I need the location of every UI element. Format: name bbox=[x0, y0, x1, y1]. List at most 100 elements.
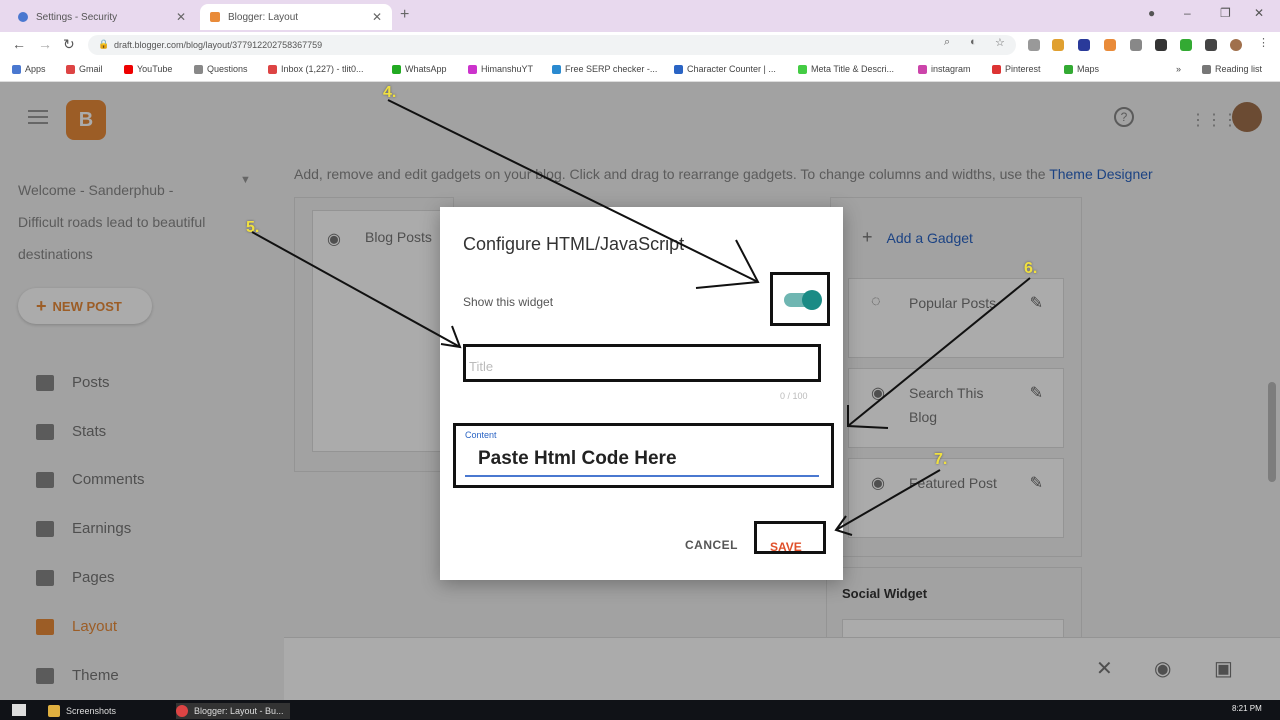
title-placeholder: Title bbox=[469, 359, 494, 374]
bookmark-item[interactable]: Inbox (1,227) - tlit0... bbox=[268, 64, 364, 74]
minimize-icon[interactable]: – bbox=[1184, 6, 1191, 20]
extension-icon[interactable] bbox=[1180, 39, 1192, 51]
chrome-icon bbox=[176, 705, 188, 717]
bookmark-favicon-icon bbox=[798, 64, 807, 74]
bookmark-label: Pinterest bbox=[1005, 64, 1041, 74]
toggle-knob bbox=[802, 290, 822, 310]
settings-favicon-icon bbox=[18, 12, 28, 22]
extension-icon[interactable] bbox=[1104, 39, 1116, 51]
save-highlight-box: SAVE bbox=[754, 521, 826, 554]
taskbar-label: Screenshots bbox=[66, 706, 117, 716]
windows-start-icon[interactable] bbox=[12, 704, 26, 716]
bookmark-star-icon[interactable]: ☆ bbox=[995, 36, 1005, 49]
title-char-counter: 0 / 100 bbox=[780, 391, 808, 401]
puzzle-icon[interactable] bbox=[1205, 39, 1217, 51]
title-input[interactable]: Title bbox=[463, 344, 821, 382]
bookmark-item[interactable]: Pinterest bbox=[992, 64, 1041, 74]
bookmark-label: HimanshuYT bbox=[481, 64, 534, 74]
bookmark-label: Maps bbox=[1077, 64, 1100, 74]
content-textarea[interactable]: Content Paste Html Code Here bbox=[453, 423, 834, 488]
bookmark-label: Inbox (1,227) - tlit0... bbox=[281, 64, 364, 74]
close-window-icon[interactable]: ✕ bbox=[1254, 6, 1264, 20]
instagram-icon bbox=[918, 64, 927, 74]
bookmark-item[interactable]: Free SERP checker -... bbox=[552, 64, 657, 74]
extension-icon[interactable] bbox=[1078, 39, 1090, 51]
bookmark-item[interactable]: WhatsApp bbox=[392, 64, 447, 74]
bookmark-favicon-icon bbox=[552, 64, 561, 74]
show-widget-toggle[interactable] bbox=[784, 290, 822, 310]
clock: 8:21 PM bbox=[1232, 704, 1262, 713]
tab-title: Blogger: Layout bbox=[228, 11, 299, 23]
bookmark-favicon-icon bbox=[468, 64, 477, 74]
windows-taskbar: Screenshots Blogger: Layout - Bu... 8:21… bbox=[0, 700, 1280, 720]
bookmark-item[interactable]: Maps bbox=[1064, 64, 1099, 74]
bookmarks-bar: Apps Gmail YouTube Questions Inbox (1,22… bbox=[0, 58, 1280, 82]
toggle-highlight-box bbox=[770, 272, 830, 326]
bookmark-label: Character Counter | ... bbox=[687, 64, 776, 74]
content-focus-underline bbox=[465, 475, 819, 477]
step-label-7: 7. bbox=[934, 451, 948, 468]
taskbar-item[interactable]: Blogger: Layout - Bu... bbox=[176, 703, 290, 719]
bookmark-label: Meta Title & Descri... bbox=[811, 64, 895, 74]
url-text: draft.blogger.com/blog/layout/3779122027… bbox=[114, 40, 323, 50]
extension-icon[interactable] bbox=[1028, 39, 1040, 51]
close-tab-icon[interactable]: ✕ bbox=[372, 10, 382, 24]
tab-title: Settings - Security bbox=[36, 11, 118, 23]
configure-html-dialog: Configure HTML/JavaScript Show this widg… bbox=[440, 207, 843, 580]
tab-settings[interactable]: Settings - Security ✕ bbox=[8, 4, 196, 30]
bookmark-label: Gmail bbox=[79, 64, 103, 74]
extension-icon[interactable] bbox=[1052, 39, 1064, 51]
zoom-icon[interactable]: ⌕ bbox=[944, 36, 950, 49]
tab-blogger-layout[interactable]: Blogger: Layout ✕ bbox=[200, 4, 392, 30]
extension-icon[interactable] bbox=[1130, 39, 1142, 51]
bookmark-item[interactable]: Questions bbox=[194, 64, 248, 74]
back-icon[interactable]: ← bbox=[12, 36, 26, 52]
content-label: Content bbox=[465, 430, 497, 440]
bookmark-item[interactable]: Character Counter | ... bbox=[674, 64, 776, 74]
bookmark-label: Questions bbox=[207, 64, 248, 74]
step-label-4: 4. bbox=[383, 84, 397, 101]
step-label-5: 5. bbox=[246, 219, 260, 236]
menu-kebab-icon[interactable]: ⋮ bbox=[1258, 36, 1269, 49]
whatsapp-icon bbox=[392, 64, 401, 74]
bookmark-item[interactable]: HimanshuYT bbox=[468, 64, 533, 74]
browser-tab-bar: Settings - Security ✕ Blogger: Layout ✕ … bbox=[0, 0, 1280, 32]
extension-icon[interactable] bbox=[1155, 39, 1167, 51]
more-bookmarks-icon[interactable]: » bbox=[1176, 64, 1181, 74]
new-tab-icon[interactable]: + bbox=[400, 6, 409, 24]
maximize-icon[interactable]: ❐ bbox=[1220, 6, 1231, 20]
profile-avatar-icon[interactable] bbox=[1230, 39, 1242, 51]
bookmark-item[interactable]: YouTube bbox=[124, 64, 172, 74]
bookmark-label: YouTube bbox=[137, 64, 173, 74]
translate-icon[interactable]: ◐ bbox=[970, 36, 977, 48]
apps-grid-icon bbox=[12, 64, 21, 74]
reading-list[interactable]: Reading list bbox=[1202, 64, 1262, 74]
youtube-icon bbox=[124, 64, 133, 74]
bookmark-item[interactable]: Apps bbox=[12, 64, 46, 74]
step-label-6: 6. bbox=[1024, 260, 1038, 277]
reload-icon[interactable]: ↻ bbox=[63, 36, 75, 53]
google-icon bbox=[194, 64, 203, 74]
taskbar-label: Blogger: Layout - Bu... bbox=[194, 706, 284, 716]
gmail-icon bbox=[66, 64, 75, 74]
forward-icon[interactable]: → bbox=[38, 36, 52, 52]
address-bar-row: ← → ↻ 🔒 draft.blogger.com/blog/layout/37… bbox=[0, 32, 1280, 58]
reading-list-label: Reading list bbox=[1215, 64, 1263, 74]
blogger-favicon-icon bbox=[210, 12, 220, 22]
bookmark-item[interactable]: Meta Title & Descri... bbox=[798, 64, 894, 74]
folder-icon bbox=[48, 705, 60, 717]
taskbar-item[interactable]: Screenshots bbox=[48, 703, 116, 719]
content-value: Paste Html Code Here bbox=[478, 448, 677, 469]
save-button[interactable]: SAVE bbox=[770, 540, 802, 554]
bookmark-item[interactable]: Gmail bbox=[66, 64, 103, 74]
profile-icon[interactable]: ● bbox=[1148, 6, 1155, 20]
show-widget-label: Show this widget bbox=[463, 295, 554, 309]
bookmark-label: instagram bbox=[931, 64, 971, 74]
cancel-button[interactable]: CANCEL bbox=[685, 538, 738, 552]
bookmark-item[interactable]: instagram bbox=[918, 64, 971, 74]
gmail-icon bbox=[268, 64, 277, 74]
close-tab-icon[interactable]: ✕ bbox=[176, 10, 186, 24]
url-input[interactable]: 🔒 draft.blogger.com/blog/layout/37791220… bbox=[88, 35, 1016, 55]
reading-list-icon bbox=[1202, 64, 1211, 74]
bookmark-label: Apps bbox=[25, 64, 46, 74]
